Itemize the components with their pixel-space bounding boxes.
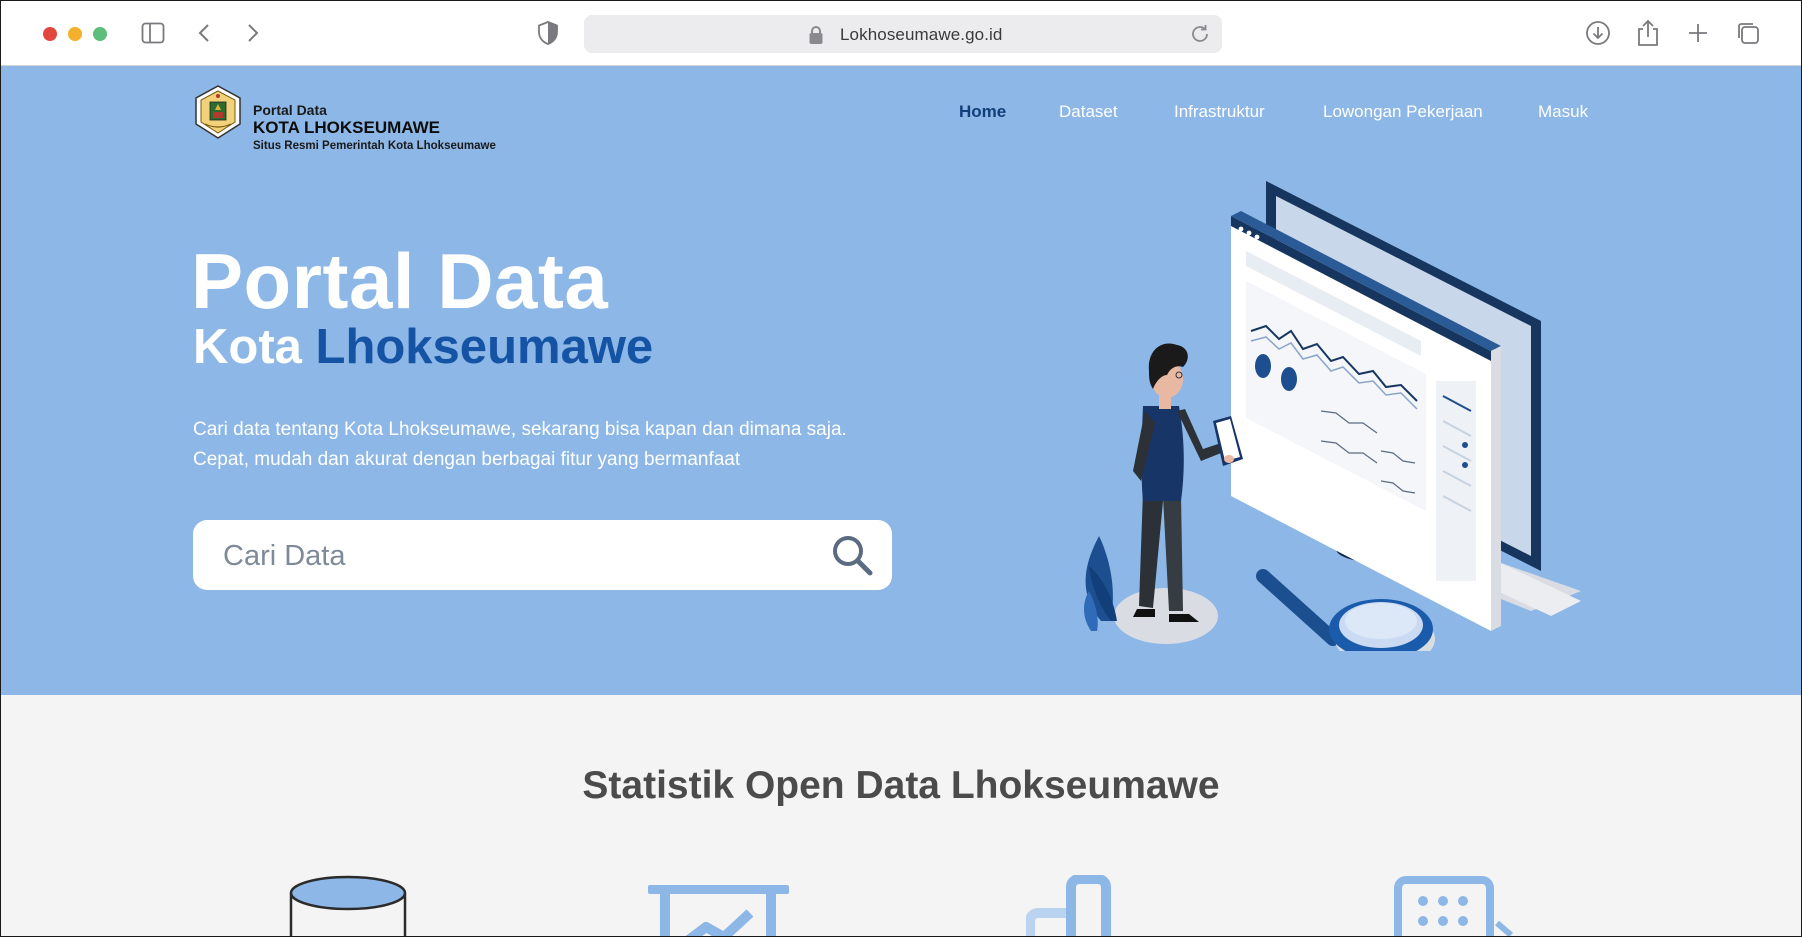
hero-section: Portal Data KOTA LHOKSEUMAWE Situs Resmi…	[1, 66, 1801, 695]
calendar-grid-icon	[1394, 876, 1513, 936]
lock-icon	[809, 26, 823, 44]
database-icon	[289, 875, 407, 936]
presentation-chart-icon	[648, 885, 789, 936]
sidebar-toggle-icon[interactable]	[138, 18, 168, 48]
hero-description-line-2: Cepat, mudah dan akurat dengan berbagai …	[193, 449, 741, 470]
hero-subtitle: Kota Lhokseumawe	[193, 319, 653, 375]
search-icon[interactable]	[830, 533, 874, 577]
address-bar[interactable]: Lokhoseumawe.go.id	[584, 15, 1222, 53]
new-tab-icon[interactable]	[1683, 18, 1713, 48]
nav-lowongan-pekerjaan[interactable]: Lowongan Pekerjaan	[1323, 102, 1483, 122]
brand-title-small: Portal Data	[253, 102, 327, 118]
brand-title: KOTA LHOKSEUMAWE	[253, 118, 440, 137]
browser-window: Lokhoseumawe.go.id Portal Data KOTA LHOK…	[0, 0, 1802, 937]
stats-section-title: Statistik Open Data Lhokseumawe	[582, 764, 1220, 807]
hero-title: Portal Data	[191, 237, 609, 325]
hero-description: Cari data tentang Kota Lhokseumawe, seka…	[193, 415, 913, 475]
forward-icon[interactable]	[238, 18, 268, 48]
minimize-window-button[interactable]	[68, 27, 82, 41]
url-text: Lokhoseumawe.go.id	[840, 25, 1003, 44]
close-window-button[interactable]	[43, 27, 57, 41]
nav-infrastruktur[interactable]: Infrastruktur	[1174, 102, 1265, 122]
reload-icon[interactable]	[1188, 22, 1212, 46]
tab-overview-icon[interactable]	[1733, 18, 1763, 48]
brand-tagline: Situs Resmi Pemerintah Kota Lhokseumawe	[253, 140, 496, 152]
city-seal-logo	[195, 85, 241, 139]
search-input[interactable]	[221, 532, 785, 580]
search-box	[193, 520, 892, 590]
downloads-icon[interactable]	[1583, 18, 1613, 48]
nav-masuk[interactable]: Masuk	[1538, 102, 1588, 122]
back-icon[interactable]	[189, 18, 219, 48]
data-analyst-illustration	[1084, 181, 1581, 651]
bar-chart-icon	[1026, 875, 1111, 936]
zoom-window-button[interactable]	[93, 27, 107, 41]
hero-subtitle-city: Lhokseumawe	[315, 320, 654, 374]
privacy-shield-icon[interactable]	[533, 18, 563, 48]
hero-subtitle-kota: Kota	[193, 320, 302, 374]
nav-home[interactable]: Home	[959, 102, 1006, 122]
nav-dataset[interactable]: Dataset	[1059, 102, 1118, 122]
browser-toolbar: Lokhoseumawe.go.id	[1, 1, 1801, 66]
share-icon[interactable]	[1633, 18, 1663, 48]
hero-description-line-1: Cari data tentang Kota Lhokseumawe, seka…	[193, 419, 847, 440]
